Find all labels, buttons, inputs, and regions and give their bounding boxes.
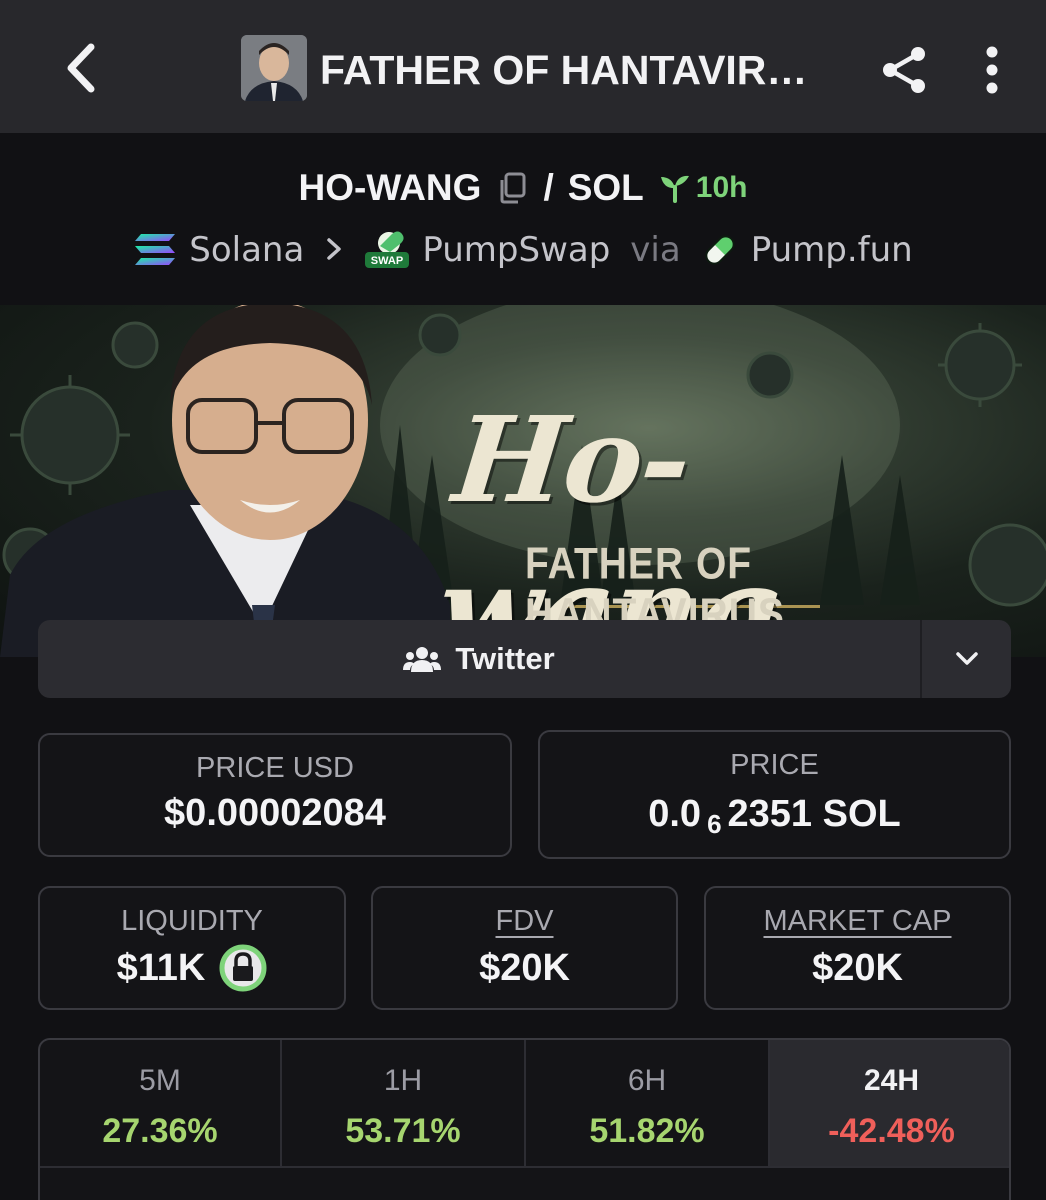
community-icon <box>403 647 442 672</box>
twitter-button[interactable]: Twitter <box>38 620 920 698</box>
chevron-left-icon <box>67 43 95 93</box>
back-button[interactable] <box>52 36 108 100</box>
market-cap-card[interactable]: MARKET CAP $20K <box>704 886 1011 1010</box>
chain-name: Solana <box>189 230 305 270</box>
price-usd-card: PRICE USD $0.00002084 <box>38 733 512 857</box>
liquidity-card: LIQUIDITY $11K <box>38 886 346 1010</box>
quote-token-symbol: SOL <box>567 167 644 208</box>
price-usd-label: PRICE USD <box>196 752 354 784</box>
tab-1h[interactable]: 1H 53.71% <box>282 1040 526 1168</box>
price-usd-value: $0.00002084 <box>164 792 386 834</box>
market-cap-label: MARKET CAP <box>763 905 952 937</box>
tab-5m[interactable]: 5M 27.36% <box>40 1040 282 1168</box>
lock-icon[interactable] <box>219 944 267 992</box>
social-links-row: Twitter <box>38 620 1011 698</box>
more-links-dropdown[interactable] <box>920 620 1011 698</box>
share-icon <box>883 47 925 93</box>
pair-separator: / <box>543 167 554 208</box>
pair-line: HO-WANG / SOL 10h <box>0 163 1046 213</box>
swap-badge-text: SWAP <box>371 255 403 267</box>
base-token-symbol: HO-WANG <box>298 167 482 208</box>
price-change-value: 51.82% <box>589 1112 705 1150</box>
banner-name: Ho-wang <box>431 390 785 657</box>
liquidity-value-row: $11K <box>40 940 344 996</box>
timeframe-tabs: 5M 27.36% 1H 53.71% 6H 51.82% 24H -42.48… <box>38 1038 1011 1200</box>
fdv-value: $20K <box>479 947 570 989</box>
price-native-label: PRICE <box>730 749 819 781</box>
liquidity-label: LIQUIDITY <box>121 905 263 937</box>
price-native-zero-count: 6 <box>707 809 722 839</box>
share-button[interactable] <box>874 40 934 100</box>
pumpswap-icon: SWAP <box>365 231 410 268</box>
dex-name: PumpSwap <box>422 230 611 270</box>
token-banner: Ho-wang FATHER OF HANTAVIRUS <box>0 305 1046 657</box>
price-native-card: PRICE 0.0 6 2351 SOL <box>538 730 1011 859</box>
dex-link-pumpswap[interactable]: SWAP PumpSwap <box>364 230 610 270</box>
tab-label: 6H <box>627 1064 667 1097</box>
tab-label: 24H <box>863 1064 920 1097</box>
more-options-button[interactable] <box>968 38 1016 102</box>
page-title: FATHER OF HANTAVIR… <box>320 47 808 93</box>
market-cap-value: $20K <box>812 947 903 989</box>
chevron-down-icon <box>955 652 978 665</box>
via-label: via <box>630 230 681 270</box>
more-vertical-icon <box>986 46 998 94</box>
price-native-value: 0.0 6 2351 SOL <box>540 784 1009 844</box>
chain-breadcrumb: Solana SWAP PumpSwap via Pump.fun <box>0 225 1046 275</box>
price-change-value: 53.71% <box>345 1112 461 1150</box>
price-change-value: 27.36% <box>102 1112 218 1150</box>
fdv-label: FDV <box>495 905 554 937</box>
tab-24h[interactable]: 24H -42.48% <box>770 1040 1009 1168</box>
copy-address-icon[interactable] <box>495 171 529 205</box>
pair-header: HO-WANG / SOL 10h Solana SWAP PumpSwap v… <box>0 133 1046 305</box>
liquidity-value: $11K <box>116 946 206 989</box>
tab-6h[interactable]: 6H 51.82% <box>526 1040 770 1168</box>
seedling-icon <box>660 175 689 203</box>
tab-label: 5M <box>139 1064 181 1097</box>
twitter-label: Twitter <box>455 641 555 676</box>
tab-label: 1H <box>383 1064 423 1097</box>
pair-age-text: 10h <box>695 171 748 204</box>
price-change-value: -42.48% <box>828 1112 955 1150</box>
solana-icon <box>135 234 176 265</box>
chain-link-solana[interactable]: Solana <box>133 230 304 270</box>
pill-icon <box>705 235 735 265</box>
price-native-prefix: 0.0 <box>648 793 702 835</box>
launchpad-name: Pump.fun <box>750 230 913 270</box>
pair-age: 10h <box>658 171 748 205</box>
chevron-right-icon <box>326 230 342 270</box>
launchpad-link-pumpfun[interactable]: Pump.fun <box>701 230 913 270</box>
banner-subtitle: FATHER OF HANTAVIRUS <box>525 539 785 640</box>
token-avatar <box>241 35 307 101</box>
fdv-card[interactable]: FDV $20K <box>371 886 678 1010</box>
price-native-suffix: 2351 SOL <box>727 793 901 835</box>
app-bar: FATHER OF HANTAVIR… <box>0 0 1046 133</box>
